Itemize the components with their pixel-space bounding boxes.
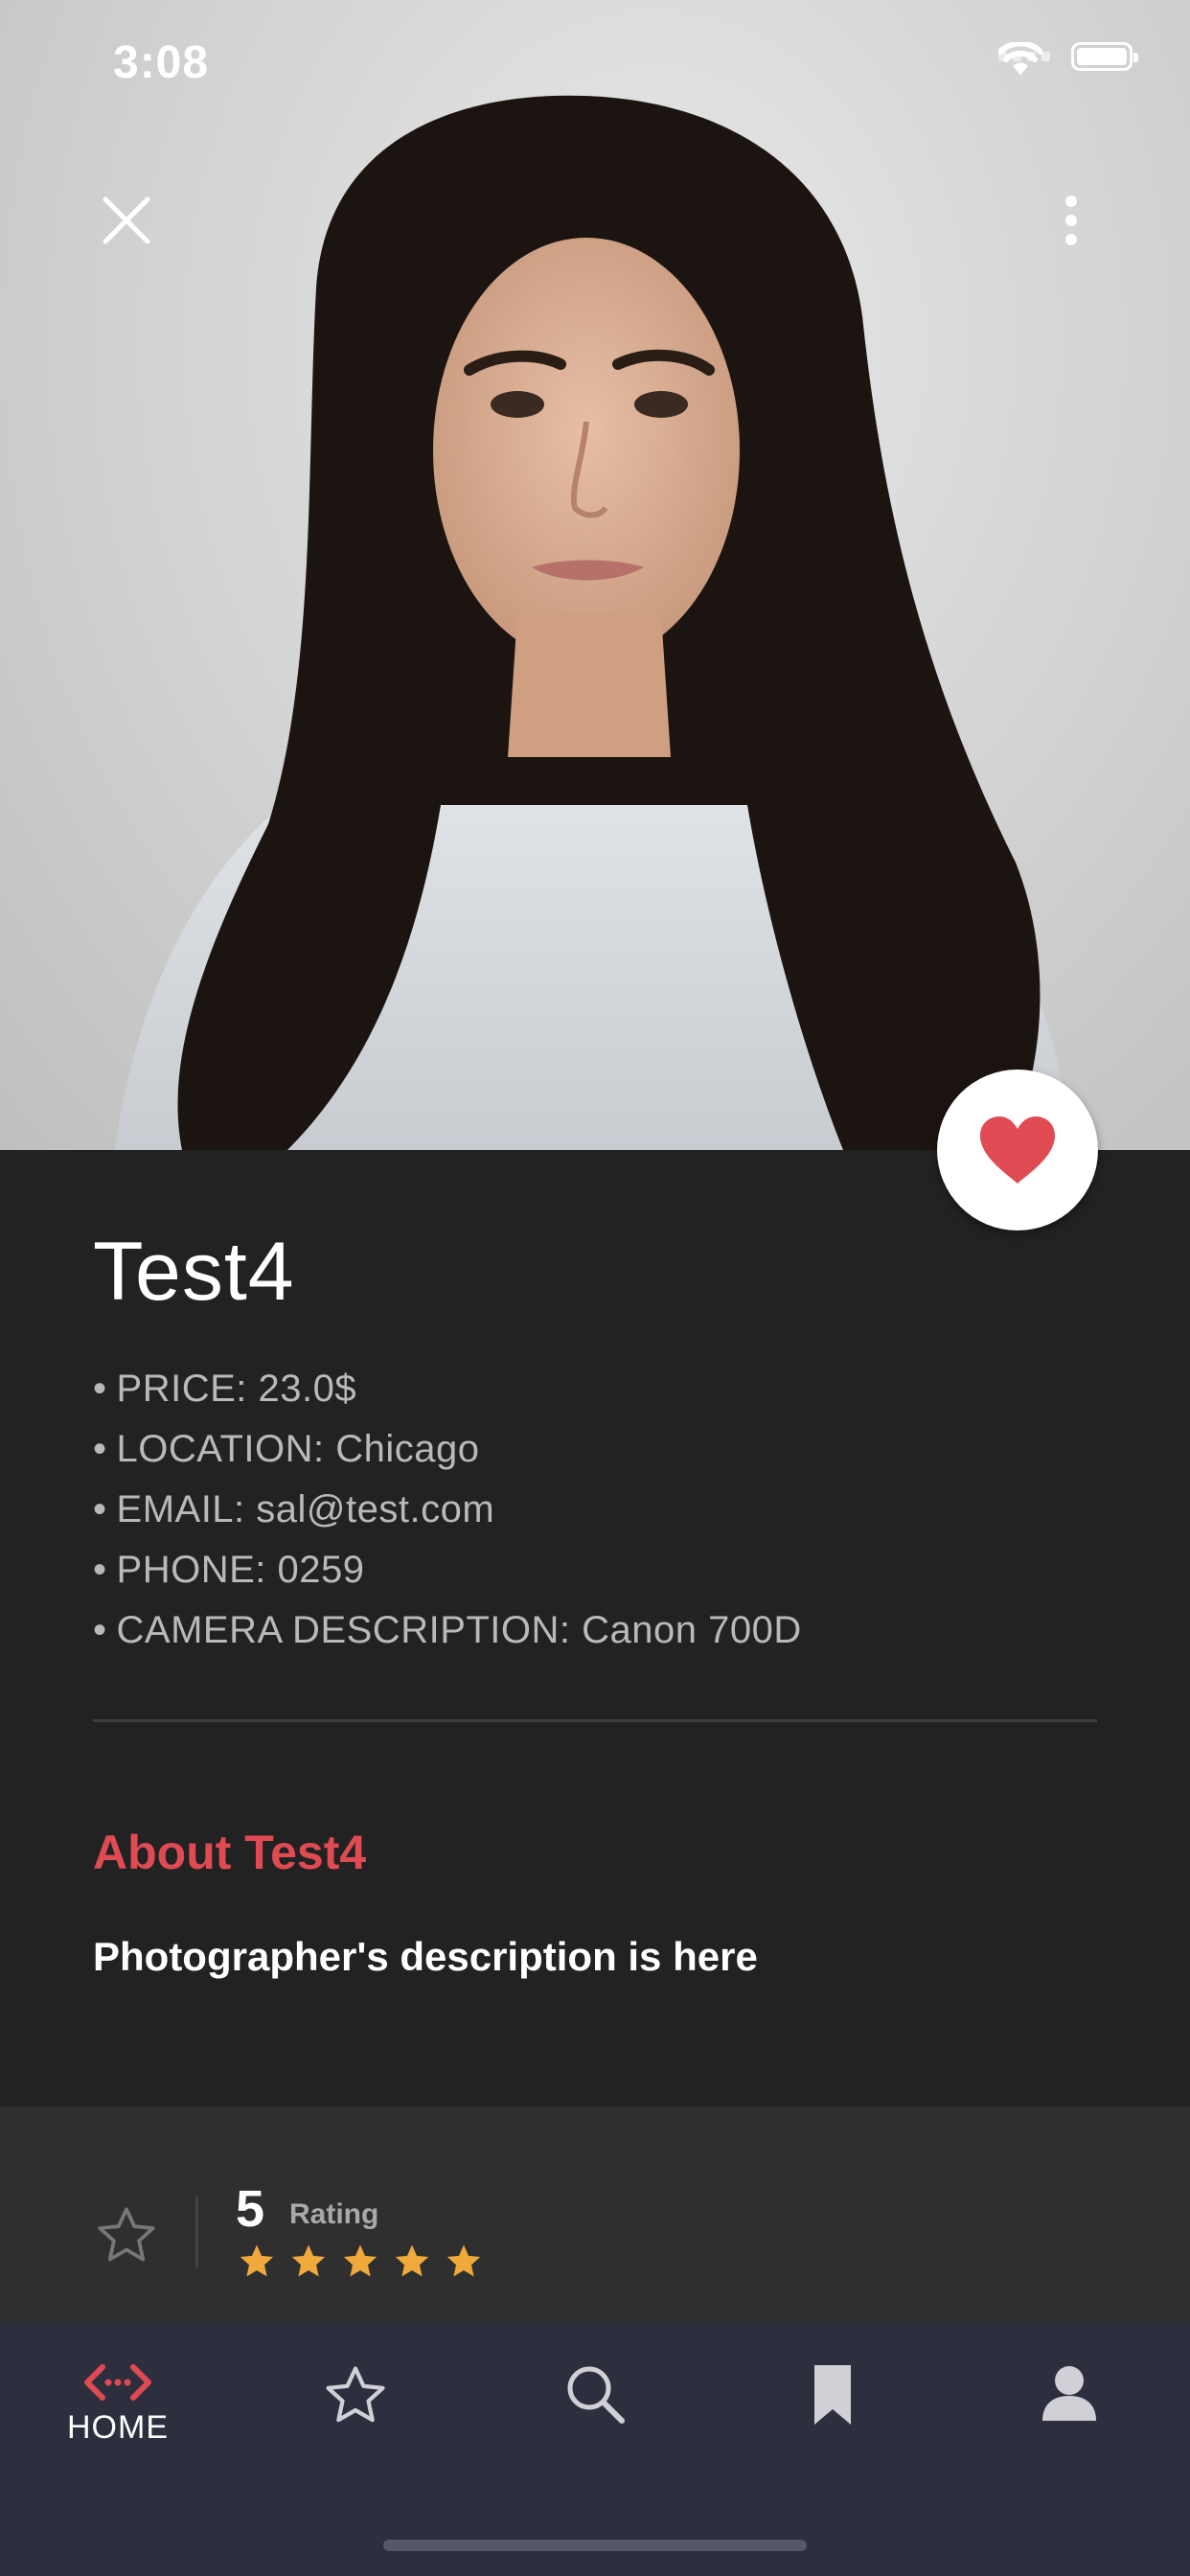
more-options-button[interactable] (1044, 190, 1098, 251)
profile-details-list: • PRICE: 23.0$ • LOCATION: Chicago • EMAIL:… (93, 1359, 802, 1661)
tab-search[interactable] (528, 2361, 662, 2486)
profile-photo: 3:08 (0, 0, 1190, 1150)
rating-separator (195, 2196, 198, 2267)
status-time: 3:08 (113, 37, 210, 88)
star-filled-icon (240, 2244, 274, 2277)
close-icon (103, 196, 150, 244)
tab-home[interactable]: HOME (51, 2361, 185, 2486)
tab-profile[interactable] (1002, 2361, 1136, 2486)
home-indicator (383, 2540, 807, 2551)
person-icon (1042, 2366, 1096, 2421)
detail-price: • PRICE: 23.0$ (93, 1368, 357, 1410)
rating-stars (238, 2242, 483, 2281)
profile-name: Test4 (93, 1226, 295, 1318)
status-icons (998, 42, 1138, 75)
rating-value: 5 (236, 2180, 265, 2238)
close-button[interactable] (96, 190, 157, 251)
star-outline-icon (98, 2207, 155, 2262)
rate-button[interactable] (93, 2202, 160, 2269)
favorite-button[interactable] (937, 1070, 1098, 1230)
star-filled-icon (446, 2244, 481, 2277)
detail-phone: • PHONE: 0259 (93, 1549, 365, 1591)
star-icon (326, 2366, 385, 2423)
rating-label: Rating (289, 2198, 379, 2230)
tab-favorites[interactable] (288, 2361, 423, 2486)
about-description: Photographer's description is here (93, 1934, 758, 1979)
search-icon (567, 2366, 625, 2424)
detail-camera: • CAMERA DESCRIPTION: Canon 700D (93, 1609, 802, 1651)
detail-email: • EMAIL: sal@test.com (93, 1488, 495, 1530)
wifi-icon (998, 42, 1042, 75)
battery-icon (1071, 42, 1138, 71)
tab-bookmarks[interactable] (766, 2361, 900, 2486)
rating-section: 5 Rating (0, 2106, 1190, 2323)
tab-home-label: HOME (67, 2409, 169, 2446)
bookmark-icon (814, 2365, 851, 2425)
about-title: About Test4 (93, 1826, 367, 1879)
code-icon (84, 2364, 151, 2401)
star-filled-icon (343, 2244, 378, 2277)
bottom-tab-bar: HOME (0, 2323, 1190, 2576)
star-filled-icon (291, 2244, 326, 2277)
detail-location: • LOCATION: Chicago (93, 1428, 480, 1470)
star-filled-icon (395, 2244, 429, 2277)
section-divider (93, 1719, 1097, 1722)
heart-icon (980, 1116, 1055, 1184)
more-vertical-icon (1065, 196, 1077, 245)
